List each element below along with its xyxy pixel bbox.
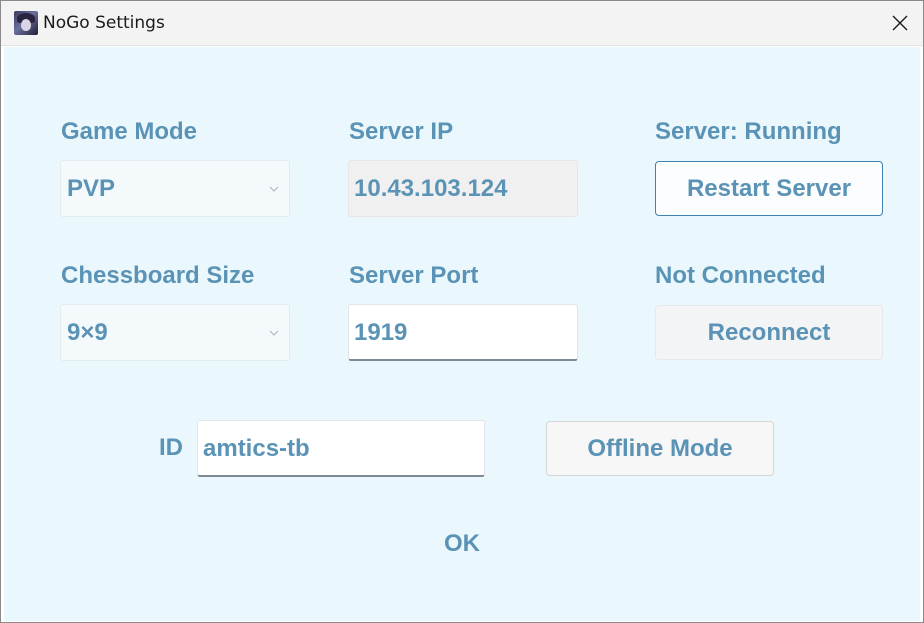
app-icon [14,11,38,35]
reconnect-button[interactable]: Reconnect [655,305,883,360]
connection-status-label: Not Connected [655,262,826,289]
server-port-value: 1919 [354,319,408,346]
id-input[interactable]: amtics-tb [197,420,485,477]
server-port-input[interactable]: 1919 [348,304,578,361]
offline-mode-button[interactable]: Offline Mode [546,421,774,476]
server-ip-label: Server IP [349,118,454,145]
server-status-label: Server: Running [655,118,842,145]
settings-panel: Game Mode PVP Server IP 10.43.103.124 Se… [4,47,920,621]
game-mode-select[interactable]: PVP [60,160,290,217]
server-ip-field: 10.43.103.124 [348,160,578,217]
settings-window: NoGo Settings Game Mode PVP Server IP 10… [0,0,924,623]
window-title: NoGo Settings [43,13,165,33]
chessboard-size-label: Chessboard Size [61,262,255,289]
ok-button[interactable]: OK [422,524,502,564]
title-bar[interactable]: NoGo Settings [1,1,923,46]
id-value: amtics-tb [203,435,310,462]
close-button[interactable] [877,1,923,45]
game-mode-value: PVP [67,175,116,202]
chessboard-size-value: 9×9 [67,319,108,346]
chevron-down-icon [269,330,279,336]
chessboard-size-select[interactable]: 9×9 [60,304,290,361]
server-port-label: Server Port [349,262,479,289]
chevron-down-icon [269,186,279,192]
id-label: ID [159,434,183,461]
server-ip-value: 10.43.103.124 [354,175,508,202]
game-mode-label: Game Mode [61,118,198,145]
close-icon [892,15,908,31]
restart-server-button[interactable]: Restart Server [655,161,883,216]
